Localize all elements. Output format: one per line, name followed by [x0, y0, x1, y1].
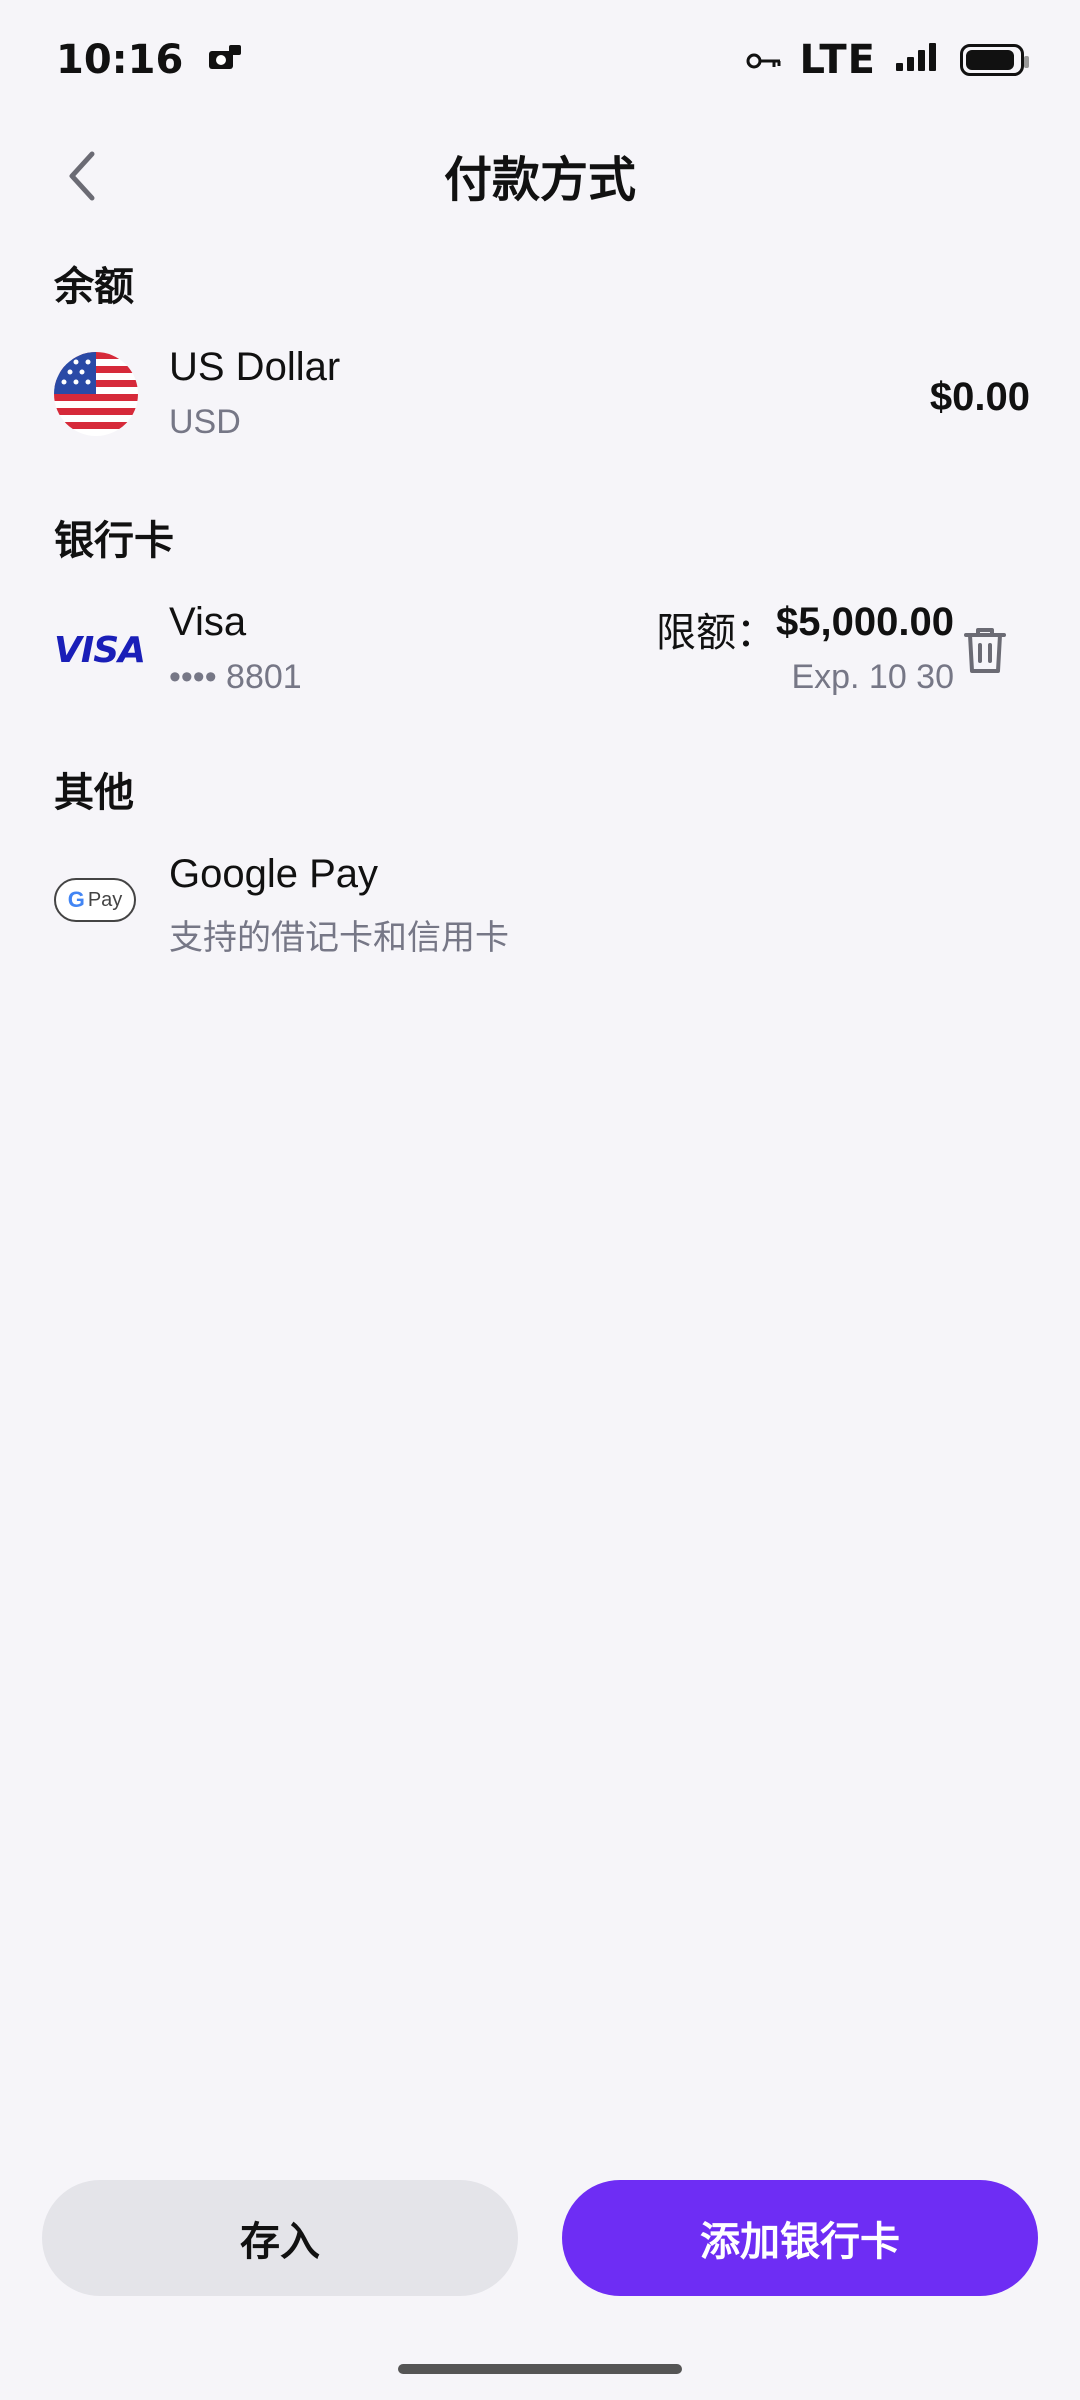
status-bar: 10:16 LTE: [0, 0, 1080, 120]
card-limit: 限额： $5,000.00: [656, 600, 954, 658]
card-limit-value: $5,000.00: [776, 600, 954, 644]
page-header: 付款方式: [0, 130, 1080, 220]
bank-card-row[interactable]: VISA Visa •••• 8801 限额： $5,000.00 Exp. 1…: [54, 590, 954, 710]
google-g-icon: G: [67, 887, 85, 912]
deposit-button[interactable]: 存入: [42, 2180, 518, 2296]
trash-icon: [964, 628, 1006, 673]
status-left: 10:16: [56, 37, 243, 83]
card-expiry: Exp. 10 30: [791, 658, 954, 696]
us-flag-icon: [54, 352, 138, 441]
camera-badge-icon: [207, 37, 243, 83]
currency-name: US Dollar: [169, 345, 341, 389]
status-time: 10:16: [56, 37, 184, 83]
card-brand: Visa: [169, 600, 247, 644]
google-pay-description: 支持的借记卡和信用卡: [169, 919, 509, 957]
delete-card-button[interactable]: [940, 600, 1030, 700]
network-type: LTE: [799, 37, 876, 83]
balance-row[interactable]: US Dollar USD $0.00: [54, 335, 1030, 455]
section-label-other: 其他: [54, 771, 134, 815]
add-bank-card-button[interactable]: 添加银行卡: [562, 2180, 1038, 2296]
google-pay-row[interactable]: G Pay Google Pay 支持的借记卡和信用卡: [54, 842, 1030, 962]
section-label-bank-cards: 银行卡: [54, 519, 174, 563]
card-limit-label: 限额：: [656, 611, 777, 655]
google-pay-logo: G Pay: [54, 878, 136, 922]
card-masked-number: •••• 8801: [169, 658, 302, 696]
visa-logo: VISA: [54, 630, 146, 671]
home-indicator[interactable]: [398, 2364, 682, 2374]
google-pay-logo-text: Pay: [87, 888, 123, 911]
page-title: 付款方式: [443, 154, 636, 207]
battery-icon: [960, 44, 1029, 76]
signal-icon: [894, 37, 942, 83]
currency-code: USD: [169, 403, 241, 441]
chevron-left-icon: [69, 151, 95, 201]
status-right: LTE: [746, 37, 1029, 83]
key-icon: [746, 37, 782, 83]
balance-amount: $0.00: [929, 375, 1030, 419]
section-label-balance: 余额: [54, 265, 134, 309]
google-pay-title: Google Pay: [169, 852, 379, 896]
back-button[interactable]: [52, 146, 112, 206]
